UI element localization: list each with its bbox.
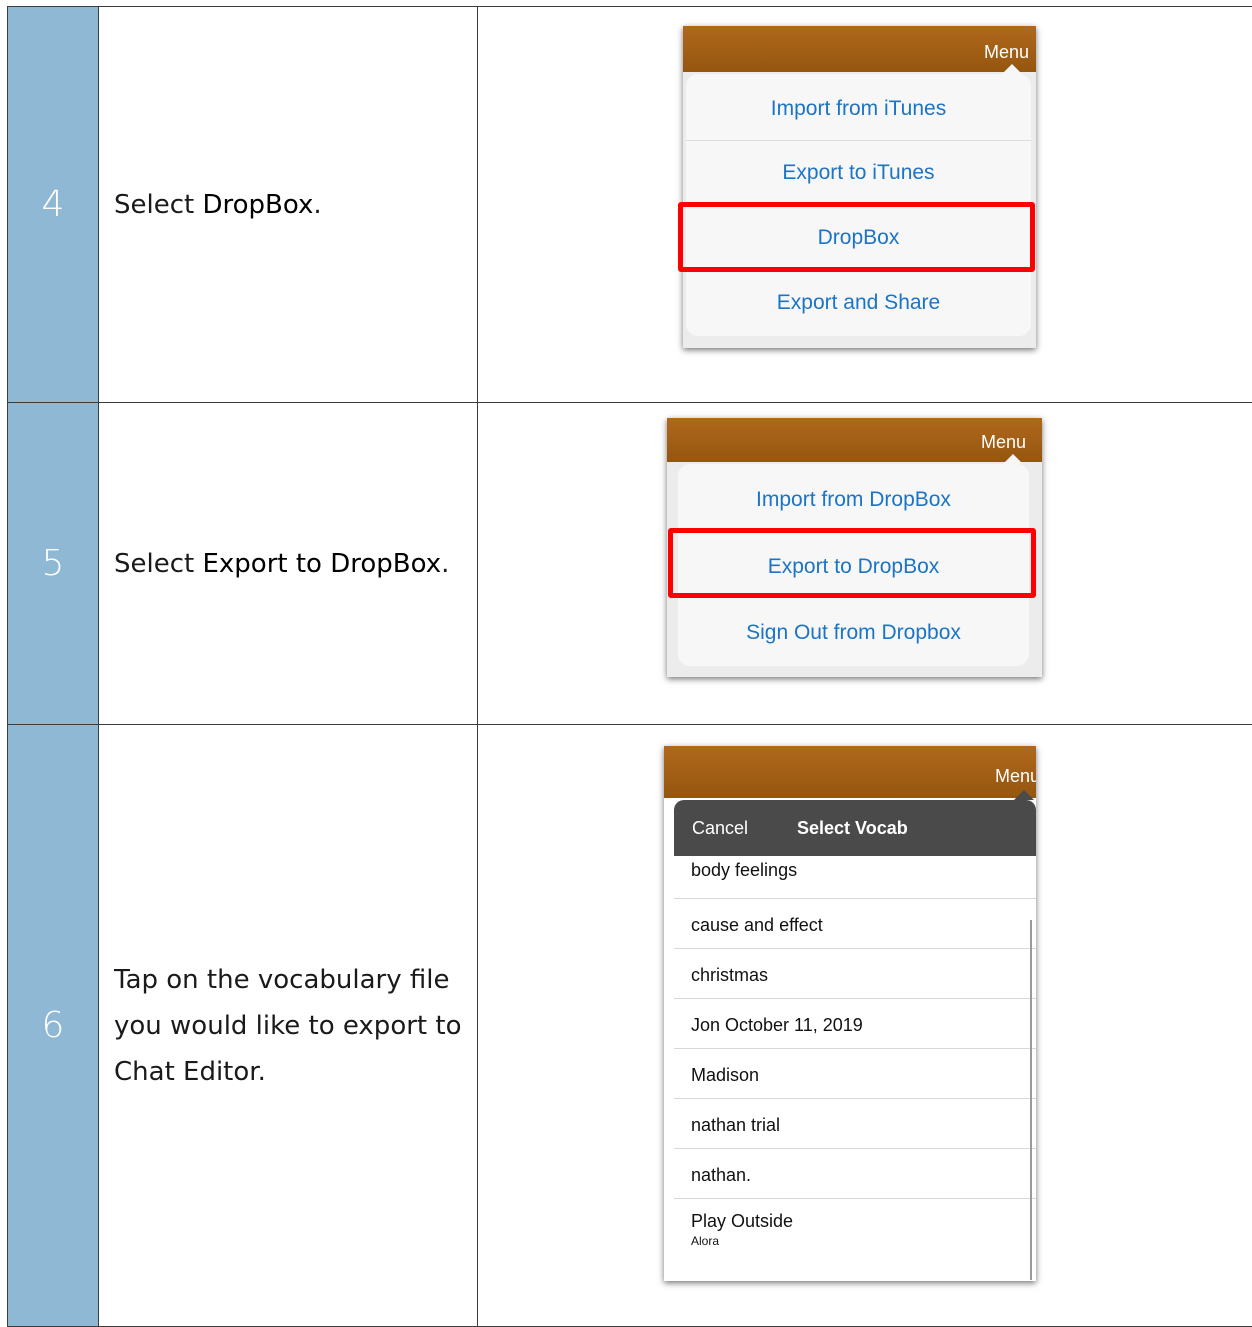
menu-item-import-dropbox[interactable]: Import from DropBox — [678, 464, 1029, 531]
popover-arrow — [1003, 454, 1023, 464]
step-number: 6 — [7, 724, 99, 1327]
step-instruction: Select Export to DropBox. — [98, 402, 478, 725]
vocab-item[interactable]: nathan trial — [674, 1099, 1036, 1149]
vocab-item[interactable]: Jon October 11, 2019 — [674, 999, 1036, 1049]
instruction-target: DropBox — [202, 189, 314, 220]
instruction-target: Export to DropBox — [202, 548, 442, 579]
highlight-box — [678, 202, 1035, 272]
app-screenshot: Menu Cancel Select Vocab body feelings c… — [664, 746, 1036, 1281]
step-screenshot-cell: Menu Import from DropBox Export to DropB… — [477, 402, 1252, 725]
vocab-item[interactable]: cause and effect — [674, 899, 1036, 949]
step-instruction: Select DropBox. — [98, 6, 478, 403]
vocab-item[interactable]: Play Outside Alora — [674, 1199, 1036, 1265]
step-row-4: 4 Select DropBox. Menu Import from iTune… — [7, 6, 1252, 403]
vocab-title: Select Vocab — [797, 818, 908, 838]
menu-item-sign-out[interactable]: Sign Out from Dropbox — [678, 598, 1029, 664]
instruction-line: Chat Editor. — [114, 1056, 266, 1087]
instruction-prefix: Select — [114, 548, 203, 579]
step-instruction: Tap on the vocabulary file you would lik… — [98, 724, 478, 1327]
cancel-button[interactable]: Cancel — [692, 818, 748, 839]
highlight-box — [668, 528, 1036, 598]
app-screenshot: Menu Import from iTunes Export to iTunes… — [683, 26, 1036, 348]
popover-arrow — [1002, 64, 1022, 74]
step-number: 4 — [7, 6, 99, 403]
app-toolbar — [664, 746, 1036, 798]
vocab-header: Cancel Select Vocab — [674, 800, 1036, 856]
vocab-item-subtitle: Alora — [691, 1234, 720, 1248]
menu-item-export-itunes[interactable]: Export to iTunes — [686, 140, 1031, 205]
instruction-suffix: . — [441, 548, 450, 579]
instruction-prefix: Select — [114, 189, 203, 220]
menu-button[interactable]: Menu — [984, 42, 1029, 63]
menu-item-export-share[interactable]: Export and Share — [686, 270, 1031, 334]
menu-button[interactable]: Menu — [995, 766, 1036, 787]
step-number: 5 — [7, 402, 99, 725]
menu-button[interactable]: Menu — [981, 432, 1026, 453]
instruction-line: Tap on the vocabulary file — [114, 964, 450, 995]
step-screenshot-cell: Menu Cancel Select Vocab body feelings c… — [477, 724, 1252, 1327]
step-screenshot-cell: Menu Import from iTunes Export to iTunes… — [477, 6, 1252, 403]
vocab-item[interactable]: christmas — [674, 949, 1036, 999]
vocab-item-label: Play Outside — [691, 1211, 794, 1231]
step-row-5: 5 Select Export to DropBox. Menu Import … — [7, 402, 1252, 725]
instruction-suffix: . — [313, 189, 322, 220]
popover-arrow — [1014, 790, 1034, 800]
step-row-6: 6 Tap on the vocabulary file you would l… — [7, 724, 1252, 1327]
instruction-table: 4 Select DropBox. Menu Import from iTune… — [7, 6, 1252, 1327]
vocab-item[interactable]: nathan. — [674, 1149, 1036, 1199]
instruction-line: you would like to export to — [114, 1010, 462, 1041]
vocab-item[interactable]: body feelings — [674, 856, 1036, 899]
scrollbar[interactable] — [1030, 920, 1032, 1280]
vocab-popover: Cancel Select Vocab body feelings cause … — [674, 800, 1036, 1281]
menu-item-import-itunes[interactable]: Import from iTunes — [686, 74, 1031, 141]
vocab-item[interactable]: Madison — [674, 1049, 1036, 1099]
